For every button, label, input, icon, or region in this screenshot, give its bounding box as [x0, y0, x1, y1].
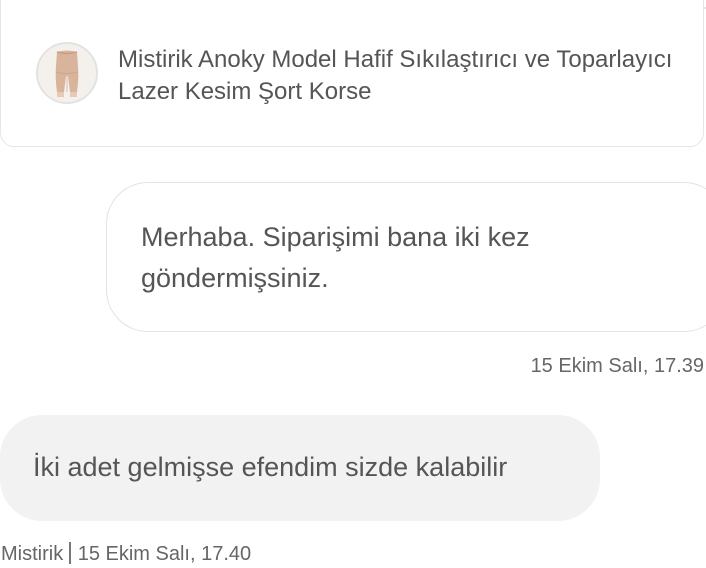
shapewear-product-icon: [38, 44, 96, 102]
sender-name: Mistirik: [1, 543, 64, 565]
outgoing-message-timestamp: 15 Ekim Salı, 17.39: [530, 355, 704, 377]
product-thumbnail[interactable]: [36, 42, 98, 104]
incoming-message-text: İki adet gelmişse efendim sizde kalabili…: [33, 452, 508, 482]
incoming-message-meta: Mistirik 15 Ekim Salı, 17.40: [1, 541, 251, 567]
meta-separator: [69, 542, 71, 564]
incoming-message-timestamp: 15 Ekim Salı, 17.40: [77, 543, 252, 565]
product-title[interactable]: Mistirik Anoky Model Hafif Sıkılaştırıcı…: [118, 44, 678, 108]
outgoing-message-text: Merhaba. Siparişimi bana iki kez gönderm…: [141, 222, 530, 293]
chat-screen: Mistirik Anoky Model Hafif Sıkılaştırıcı…: [0, 0, 706, 568]
